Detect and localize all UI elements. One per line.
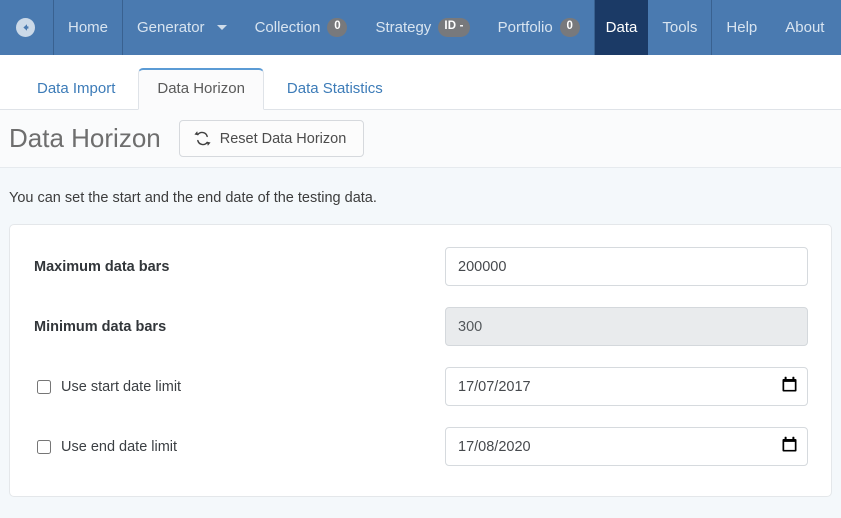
use-start-date-limit-text: Use start date limit xyxy=(61,379,181,395)
nav-item-about[interactable]: About xyxy=(771,0,838,55)
use-end-date-limit-checkbox[interactable] xyxy=(37,440,51,454)
page-title: Data Horizon xyxy=(9,123,161,154)
nav-label-help: Help xyxy=(726,20,757,35)
tab-data-horizon[interactable]: Data Horizon xyxy=(138,68,264,110)
main-navbar: Home Generator Collection 0 Strategy ID … xyxy=(0,0,841,55)
nav-item-collection[interactable]: Collection 0 xyxy=(241,0,362,55)
nav-item-generator[interactable]: Generator xyxy=(123,0,211,55)
calendar-icon[interactable] xyxy=(782,436,797,457)
end-date-input[interactable] xyxy=(445,427,808,466)
nav-label-generator: Generator xyxy=(137,20,205,35)
maximum-data-bars-input[interactable] xyxy=(445,247,808,286)
nav-label-collection: Collection xyxy=(255,20,321,35)
minimum-data-bars-input xyxy=(445,307,808,346)
nav-item-tools[interactable]: Tools xyxy=(648,0,711,55)
nav-item-help[interactable]: Help xyxy=(712,0,771,55)
nav-generator-dropdown-toggle[interactable] xyxy=(211,0,241,55)
collection-count-badge: 0 xyxy=(327,18,347,37)
tab-data-statistics[interactable]: Data Statistics xyxy=(268,68,402,110)
use-start-date-limit-checkbox[interactable] xyxy=(37,380,51,394)
nav-item-home[interactable]: Home xyxy=(54,0,122,55)
label-use-end-date-limit[interactable]: Use end date limit xyxy=(34,439,445,455)
tab-data-import[interactable]: Data Import xyxy=(18,68,134,110)
start-date-input[interactable] xyxy=(445,367,808,406)
label-use-start-date-limit[interactable]: Use start date limit xyxy=(34,379,445,395)
reset-button-label: Reset Data Horizon xyxy=(220,131,347,147)
form-row-maximum-data-bars: Maximum data bars xyxy=(34,247,808,286)
form-row-start-date-limit: Use start date limit xyxy=(34,367,808,406)
nav-label-home: Home xyxy=(68,20,108,35)
nav-item-data[interactable]: Data xyxy=(595,0,649,55)
label-maximum-data-bars: Maximum data bars xyxy=(34,259,445,275)
nav-item-strategy[interactable]: Strategy ID - xyxy=(361,0,483,55)
back-button[interactable] xyxy=(0,0,53,55)
field-maximum-data-bars xyxy=(445,247,808,286)
back-arrow-circle-icon xyxy=(16,18,35,37)
nav-item-portfolio[interactable]: Portfolio 0 xyxy=(484,0,594,55)
field-start-date xyxy=(445,367,808,406)
nav-label-portfolio: Portfolio xyxy=(498,20,553,35)
field-end-date xyxy=(445,427,808,466)
nav-label-strategy: Strategy xyxy=(375,20,431,35)
data-tab-strip: Data Import Data Horizon Data Statistics xyxy=(0,55,841,110)
refresh-icon xyxy=(194,130,211,147)
nav-label-about: About xyxy=(785,20,824,35)
tab-label-data-horizon: Data Horizon xyxy=(157,80,245,97)
form-row-end-date-limit: Use end date limit xyxy=(34,427,808,466)
calendar-icon[interactable] xyxy=(782,376,797,397)
field-minimum-data-bars xyxy=(445,307,808,346)
nav-label-data: Data xyxy=(606,20,638,35)
form-row-minimum-data-bars: Minimum data bars xyxy=(34,307,808,346)
use-end-date-limit-text: Use end date limit xyxy=(61,439,177,455)
chevron-down-icon xyxy=(217,25,227,30)
reset-data-horizon-button[interactable]: Reset Data Horizon xyxy=(179,120,365,157)
nav-label-tools: Tools xyxy=(662,20,697,35)
page-header: Data Horizon Reset Data Horizon xyxy=(0,110,841,168)
tab-label-data-import: Data Import xyxy=(37,80,115,97)
tab-label-data-statistics: Data Statistics xyxy=(287,80,383,97)
data-horizon-form-card: Maximum data bars Minimum data bars Use … xyxy=(9,224,832,497)
strategy-id-badge: ID - xyxy=(438,18,469,37)
page-description: You can set the start and the end date o… xyxy=(0,168,841,224)
portfolio-count-badge: 0 xyxy=(560,18,580,37)
label-minimum-data-bars: Minimum data bars xyxy=(34,319,445,335)
